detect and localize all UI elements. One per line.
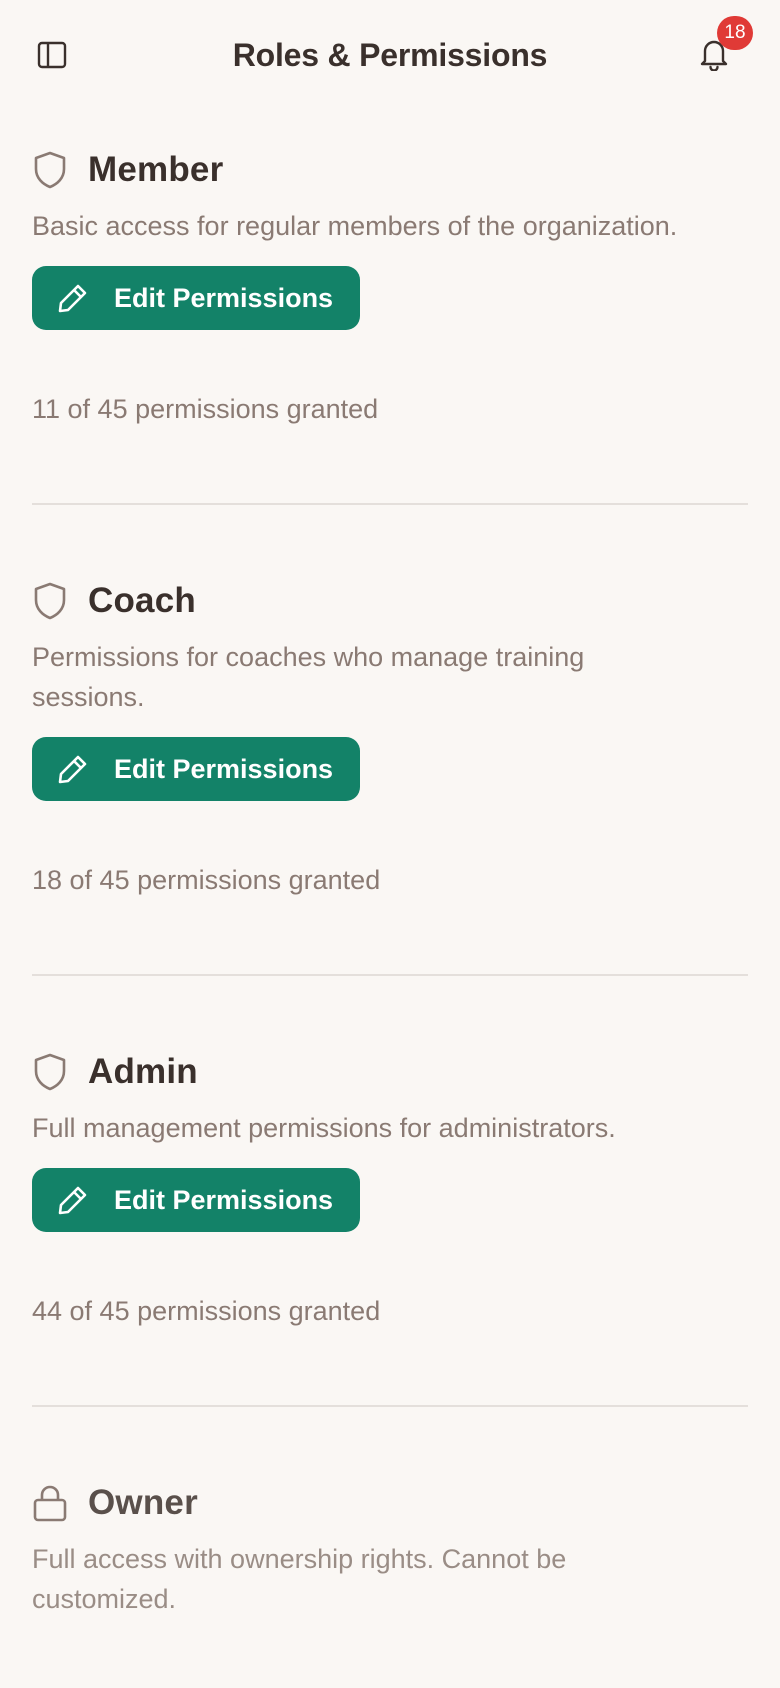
role-name: Owner — [88, 1483, 198, 1522]
notifications-button[interactable]: 18 — [692, 16, 753, 78]
role-name: Admin — [88, 1052, 198, 1091]
edit-permissions-button[interactable]: Edit Permissions — [32, 1168, 360, 1232]
sidebar-icon — [37, 41, 67, 74]
top-app-bar: Roles & Permissions 18 — [0, 0, 780, 110]
sidebar-toggle-button[interactable] — [33, 38, 71, 76]
pencil-icon — [56, 1183, 90, 1217]
edit-permissions-label: Edit Permissions — [114, 282, 334, 313]
role-card-owner: Owner Full access with ownership rights.… — [32, 1407, 748, 1619]
edit-permissions-label: Edit Permissions — [114, 1184, 334, 1215]
shield-icon — [30, 148, 70, 192]
role-description: Basic access for regular members of the … — [32, 211, 678, 241]
permissions-granted-count: 18 of 45 permissions granted — [32, 865, 381, 895]
lock-icon — [30, 1481, 70, 1525]
role-description: Full management permissions for administ… — [32, 1113, 616, 1143]
role-card-admin: Admin Full management permissions for ad… — [32, 976, 748, 1407]
page-title: Roles & Permissions — [232, 36, 548, 73]
roles-list: Member Basic access for regular members … — [0, 110, 780, 1619]
shield-icon — [30, 579, 70, 623]
edit-permissions-button[interactable]: Edit Permissions — [32, 737, 360, 801]
edit-permissions-button[interactable]: Edit Permissions — [32, 266, 360, 330]
role-card-member: Member Basic access for regular members … — [32, 110, 748, 505]
pencil-icon — [56, 752, 90, 786]
role-description: Permissions for coaches who manage train… — [32, 642, 585, 712]
role-name: Member — [88, 150, 224, 189]
shield-icon — [30, 1050, 70, 1094]
permissions-granted-count: 11 of 45 permissions granted — [32, 394, 379, 424]
role-description: Full access with ownership rights. Canno… — [32, 1544, 567, 1614]
role-card-coach: Coach Permissions for coaches who manage… — [32, 505, 748, 976]
permissions-granted-count: 44 of 45 permissions granted — [32, 1296, 381, 1326]
pencil-icon — [56, 281, 90, 315]
role-name: Coach — [88, 581, 196, 620]
notification-count-badge: 18 — [717, 16, 753, 50]
edit-permissions-label: Edit Permissions — [114, 753, 334, 784]
